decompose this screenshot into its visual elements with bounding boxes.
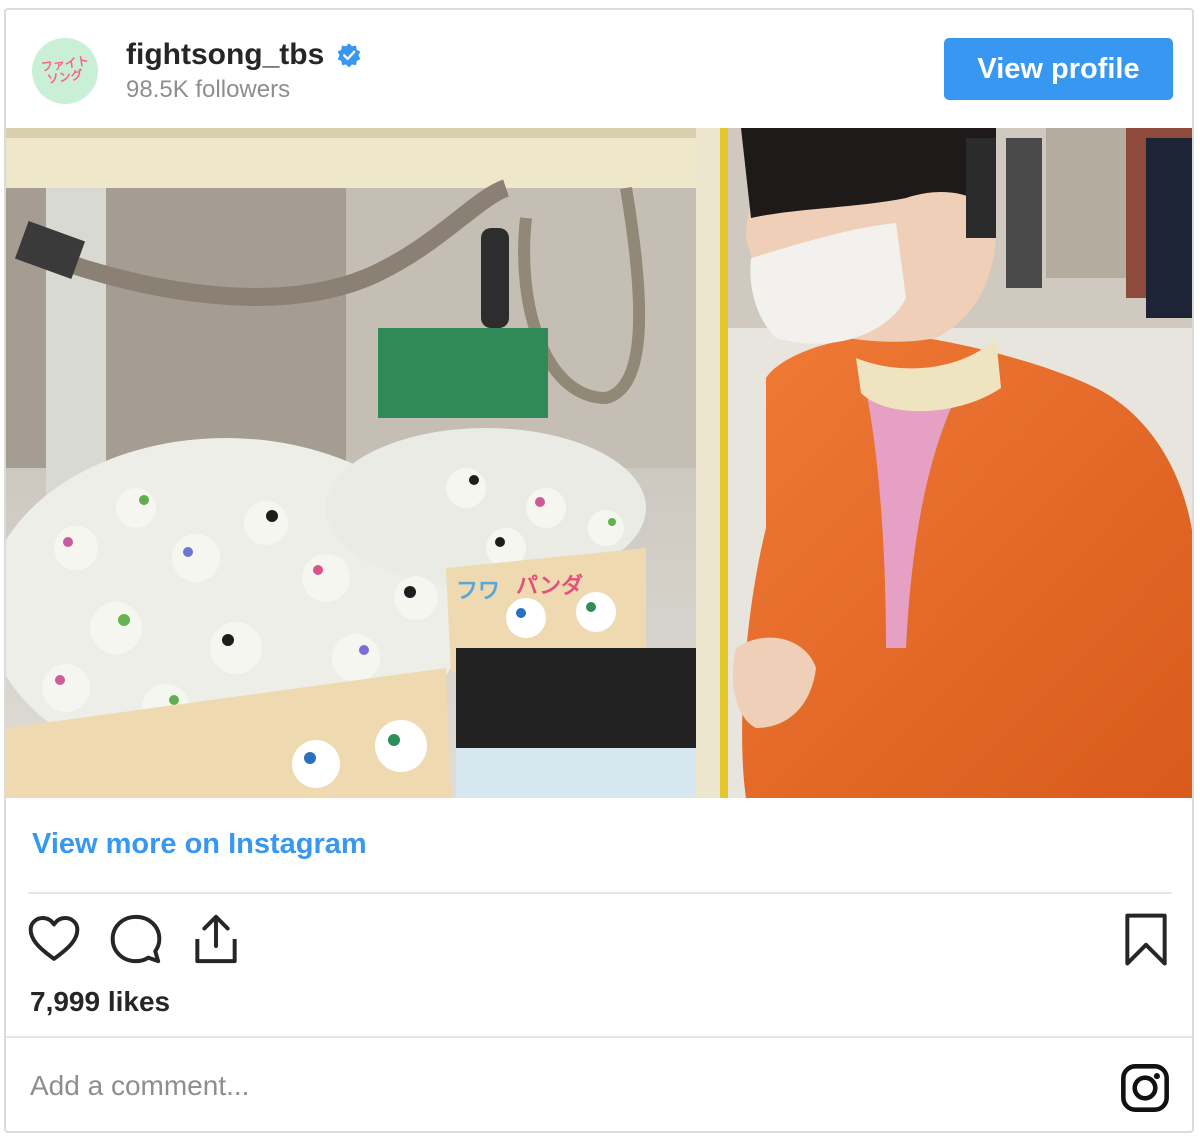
divider: [6, 1036, 1192, 1038]
username-row: fightsong_tbs: [126, 38, 362, 72]
divider: [28, 892, 1172, 894]
followers-count: 98.5K followers: [126, 76, 291, 103]
likes-count[interactable]: 7,999 likes: [30, 986, 170, 1018]
svg-text:パンダ: パンダ: [516, 573, 583, 599]
heart-icon[interactable]: [26, 910, 82, 968]
post-photo[interactable]: フワ パンダ: [6, 128, 1192, 798]
action-bar: [6, 910, 1192, 970]
comment-icon[interactable]: [108, 910, 164, 968]
share-icon[interactable]: [188, 910, 244, 968]
verified-badge-icon: [337, 43, 361, 68]
comment-input[interactable]: Add a comment...: [30, 1070, 249, 1102]
instagram-embed-card: ファイト ソング fightsong_tbs 98.5K followers V…: [4, 8, 1194, 1133]
avatar-text-line2: ソング: [46, 67, 84, 87]
svg-text:フワ: フワ: [456, 579, 500, 604]
bookmark-icon[interactable]: [1118, 910, 1174, 968]
instagram-icon[interactable]: [1119, 1062, 1171, 1114]
view-profile-button[interactable]: View profile: [944, 38, 1173, 100]
avatar[interactable]: ファイト ソング: [32, 38, 98, 104]
claw-machine-photo: フワ パンダ: [6, 128, 1192, 798]
post-header: ファイト ソング fightsong_tbs 98.5K followers V…: [6, 10, 1192, 130]
username[interactable]: fightsong_tbs: [126, 38, 324, 72]
view-more-link[interactable]: View more on Instagram: [32, 828, 367, 861]
